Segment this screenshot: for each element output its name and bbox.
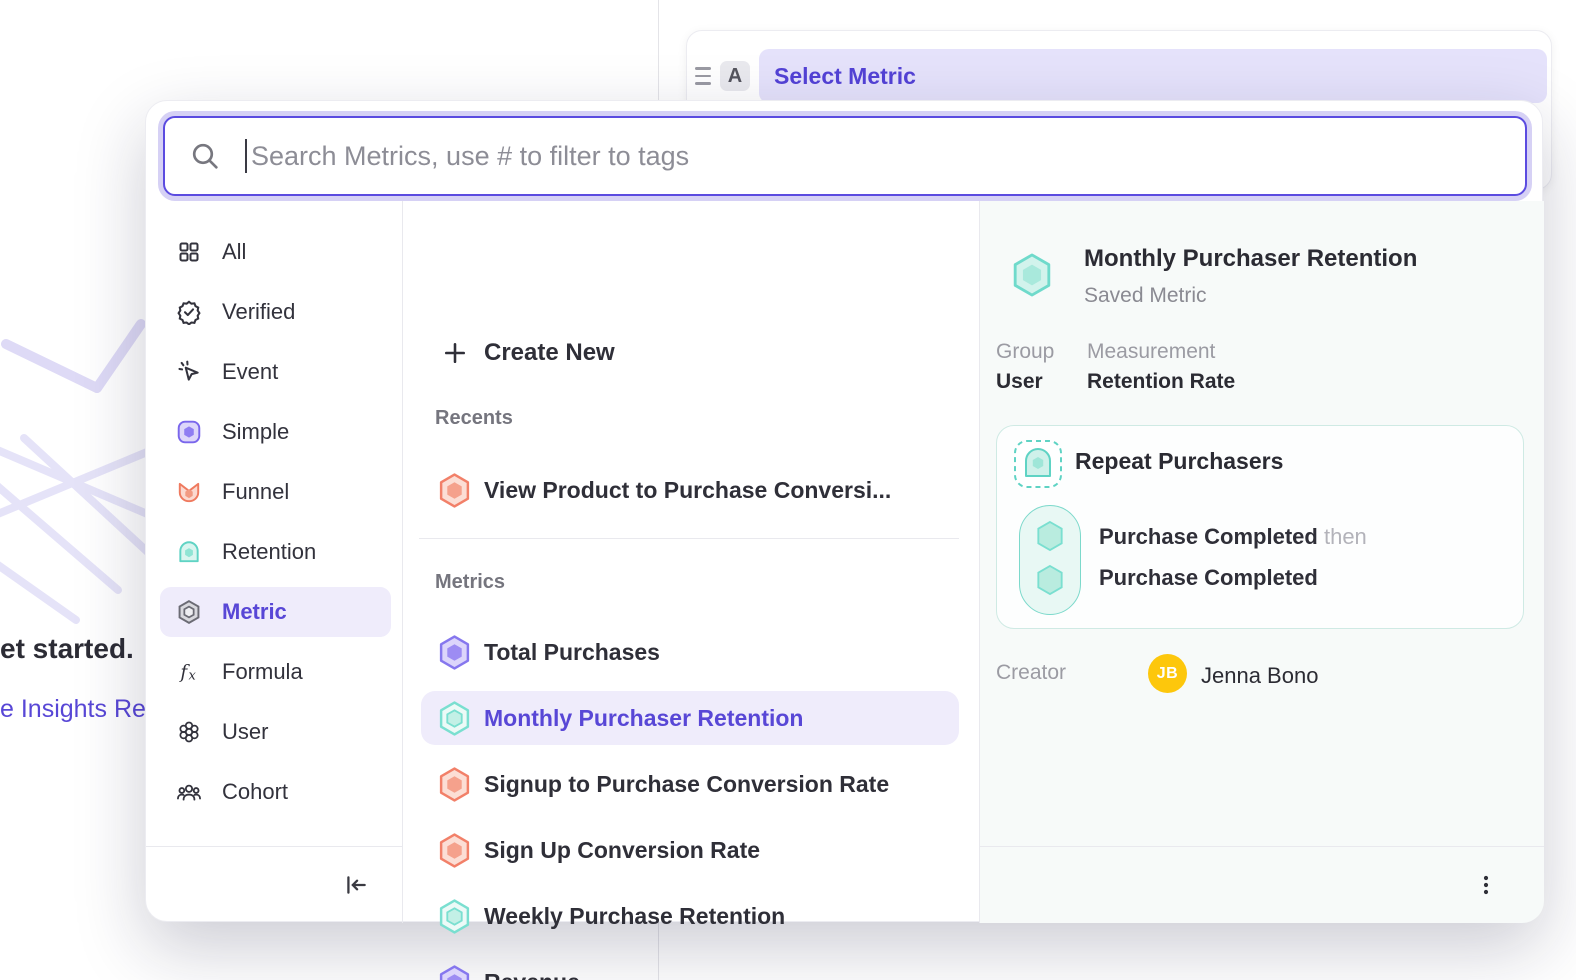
kebab-menu-icon xyxy=(1474,873,1498,897)
list-item-recent-funnel[interactable]: View Product to Purchase Conversi... xyxy=(421,463,959,517)
search-input[interactable] xyxy=(251,141,1501,172)
sidebar-item-user[interactable]: User xyxy=(146,702,403,762)
grid-icon xyxy=(176,239,202,265)
metric-list-column: Create New Recents View Product to Purch… xyxy=(403,201,979,923)
background-heading-fragment: et started. xyxy=(0,633,134,665)
simple-hexagon-icon xyxy=(439,635,470,670)
formula-icon: f x xyxy=(176,659,202,685)
group-label: Group xyxy=(996,340,1054,364)
line-chart-doodle-illustration xyxy=(0,318,160,648)
sidebar-item-verified[interactable]: Verified xyxy=(146,282,403,342)
cohort-icon xyxy=(176,779,202,805)
step-hexagon-icon xyxy=(1036,520,1064,552)
search-focus-ring xyxy=(158,111,1532,201)
drag-handle-icon[interactable] xyxy=(695,67,711,85)
list-item-signup-to-purchase-conversion[interactable]: Signup to Purchase Conversion Rate xyxy=(421,757,959,811)
funnel-hexagon-icon xyxy=(439,767,470,802)
retention-hexagon-icon xyxy=(439,701,470,736)
sidebar-item-all[interactable]: All xyxy=(146,222,403,282)
retention-steps-pill xyxy=(1019,505,1081,615)
sidebar-item-event[interactable]: Event xyxy=(146,342,403,402)
sidebar-item-formula[interactable]: f x Formula xyxy=(146,642,403,702)
detail-title: Monthly Purchaser Retention xyxy=(1084,245,1417,273)
background-link-fragment[interactable]: e Insights Re xyxy=(0,695,146,724)
measurement-value: Retention Rate xyxy=(1087,370,1235,394)
metric-letter-badge: A xyxy=(720,61,750,91)
funnel-hexagon-icon xyxy=(439,473,470,508)
group-value: User xyxy=(996,370,1043,394)
metric-detail-panel: Monthly Purchaser Retention Saved Metric… xyxy=(979,201,1544,923)
step-hexagon-icon xyxy=(1036,564,1064,596)
sidebar-item-cohort[interactable]: Cohort xyxy=(146,762,403,822)
create-new-button[interactable]: Create New xyxy=(403,329,979,377)
metric-selector-popup: All Verified xyxy=(145,100,1543,922)
user-icon xyxy=(176,719,202,745)
list-item-total-purchases[interactable]: Total Purchases xyxy=(421,625,959,679)
page: et started. e Insights Re A Select Metri… xyxy=(0,0,1576,980)
retention-hexagon-icon-large xyxy=(1012,253,1052,297)
definition-card: Repeat Purchasers Purchase Completed the… xyxy=(996,425,1524,629)
detail-footer xyxy=(980,846,1544,922)
saved-retention-metric-icon xyxy=(1013,439,1063,489)
text-cursor xyxy=(245,139,247,173)
sidebar-item-funnel[interactable]: Funnel xyxy=(146,462,403,522)
simple-icon xyxy=(176,419,202,445)
search-icon xyxy=(189,140,221,172)
step-connector: then xyxy=(1324,524,1367,549)
more-options-button[interactable] xyxy=(1466,865,1506,905)
definition-title: Repeat Purchasers xyxy=(1075,448,1283,475)
filter-sidebar: All Verified xyxy=(146,201,403,923)
plus-icon xyxy=(441,339,469,367)
event-icon xyxy=(176,359,202,385)
retention-step-1: Purchase Completed then xyxy=(1099,524,1367,550)
retention-icon xyxy=(176,539,202,565)
retention-hexagon-icon xyxy=(439,899,470,934)
collapse-icon xyxy=(343,872,369,898)
sidebar-footer xyxy=(146,846,402,923)
creator-label: Creator xyxy=(996,661,1066,685)
measurement-label: Measurement xyxy=(1087,340,1215,364)
retention-step-2: Purchase Completed xyxy=(1099,565,1318,591)
verified-icon xyxy=(176,299,202,325)
detail-subtitle: Saved Metric xyxy=(1084,284,1207,308)
creator-name: Jenna Bono xyxy=(1201,663,1318,689)
select-metric-button[interactable]: Select Metric xyxy=(759,49,1547,103)
creator-avatar: JB xyxy=(1148,654,1187,693)
collapse-sidebar-button[interactable] xyxy=(336,865,376,905)
section-divider xyxy=(419,538,959,539)
list-item-weekly-purchase-retention[interactable]: Weekly Purchase Retention xyxy=(421,889,959,943)
list-item-monthly-purchaser-retention[interactable]: Monthly Purchaser Retention xyxy=(421,691,959,745)
sidebar-item-retention[interactable]: Retention xyxy=(146,522,403,582)
list-item-sign-up-conversion-rate[interactable]: Sign Up Conversion Rate xyxy=(421,823,959,877)
funnel-icon xyxy=(176,479,202,505)
sidebar-item-simple[interactable]: Simple xyxy=(146,402,403,462)
search-box[interactable] xyxy=(163,116,1527,196)
funnel-hexagon-icon xyxy=(439,833,470,868)
svg-text:x: x xyxy=(188,669,196,684)
sidebar-item-metric[interactable]: Metric xyxy=(146,582,403,642)
list-item-revenue[interactable]: Revenue xyxy=(421,955,959,980)
simple-hexagon-icon xyxy=(439,965,470,980)
metric-icon xyxy=(176,599,202,625)
recents-section-label: Recents xyxy=(435,407,513,430)
metrics-section-label: Metrics xyxy=(435,571,505,594)
